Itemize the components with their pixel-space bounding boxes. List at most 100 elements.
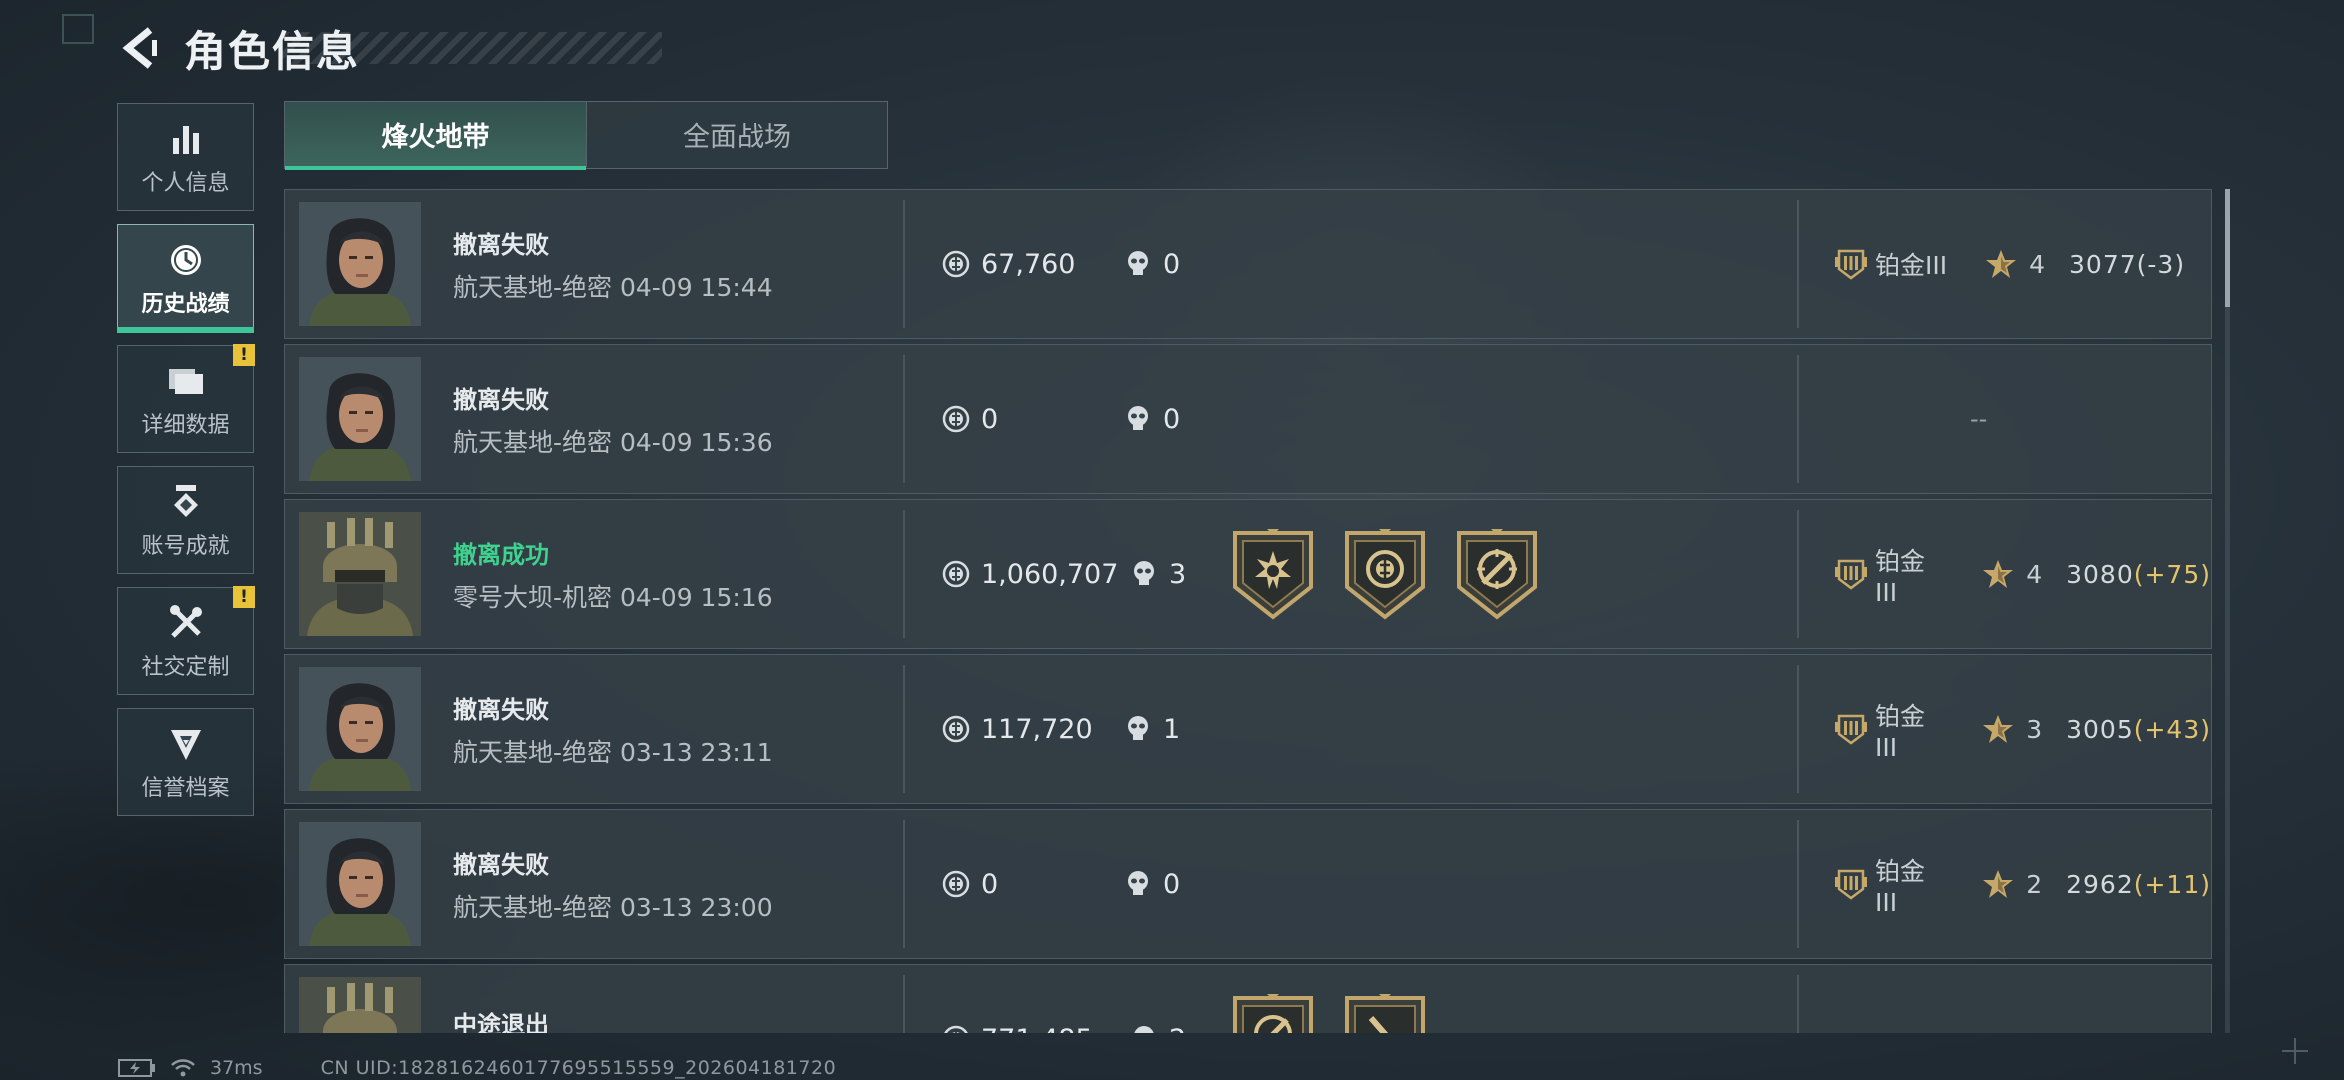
rank-empty: -- xyxy=(1970,405,1988,433)
skull-icon xyxy=(1129,559,1159,589)
list-scrollbar[interactable] xyxy=(2225,189,2230,1033)
match-row[interactable]: 撤离失败 航天基地-绝密 04-09 15:44 67,760 0 铂金III … xyxy=(284,189,2212,339)
rank-name: 铂金III xyxy=(1875,701,1926,762)
divider xyxy=(1797,665,1799,793)
star-count: 2 xyxy=(2026,869,2043,899)
sidebar-item-personal-info[interactable]: 个人信息 xyxy=(117,103,254,211)
rank-badge-icon xyxy=(1833,867,1869,901)
page-title: 角色信息 xyxy=(184,26,361,76)
kills-stat: 2 xyxy=(1129,965,1186,1033)
folder-icon xyxy=(167,359,205,403)
divider xyxy=(1797,510,1799,638)
rank-badge-icon xyxy=(1833,557,1869,591)
operator-avatar xyxy=(299,357,421,481)
match-row[interactable]: 撤离失败 航天基地-绝密 03-13 23:11 117,720 1 铂金III… xyxy=(284,654,2212,804)
page-header: 角色信息 xyxy=(112,20,662,76)
sidebar-item-achievements[interactable]: 账号成就 xyxy=(117,466,254,574)
money-value: 1,060,707 xyxy=(981,558,1119,590)
money-value: 0 xyxy=(981,403,999,435)
wifi-icon xyxy=(170,1057,196,1079)
sidebar-item-match-history[interactable]: 历史战绩 xyxy=(117,224,254,333)
rank-info: 铂金III 3 3005 (+43) xyxy=(1833,655,2211,803)
money-value: 0 xyxy=(981,868,999,900)
match-info: 撤离成功 零号大坝-机密 04-09 15:16 xyxy=(453,500,773,648)
match-history-list[interactable]: 撤离失败 航天基地-绝密 04-09 15:44 67,760 0 铂金III … xyxy=(284,189,2212,1033)
match-status: 中途退出 xyxy=(453,1011,549,1033)
achievement-icon xyxy=(168,480,204,524)
kills-value: 0 xyxy=(1163,248,1181,280)
corner-decoration xyxy=(62,14,94,44)
match-status: 撤离成功 xyxy=(453,540,549,569)
sidebar-item-label: 社交定制 xyxy=(141,655,230,680)
skull-icon xyxy=(1123,249,1153,279)
operator-avatar xyxy=(299,977,421,1033)
divider xyxy=(1797,820,1799,948)
coin-icon xyxy=(941,1024,971,1033)
rank-delta: (+11) xyxy=(2133,869,2211,899)
skull-icon xyxy=(1123,404,1153,434)
match-info: 撤离失败 航天基地-绝密 04-09 15:36 xyxy=(453,345,773,493)
coin-medal-icon[interactable] xyxy=(1341,527,1429,621)
star-count: 3 xyxy=(2026,714,2043,744)
rank-score: 3005 xyxy=(2066,714,2134,744)
rank-delta: (-3) xyxy=(2136,249,2186,279)
match-status: 撤离失败 xyxy=(453,385,549,414)
tab-full-battlefield[interactable]: 全面战场 xyxy=(586,102,887,167)
kills-value: 3 xyxy=(1169,558,1187,590)
money-value: 67,760 xyxy=(981,248,1076,280)
match-status: 撤离失败 xyxy=(453,230,549,259)
match-info: 撤离失败 航天基地-绝密 03-13 23:00 xyxy=(453,810,773,958)
scrollbar-thumb[interactable] xyxy=(2225,189,2230,307)
match-row[interactable]: 撤离成功 零号大坝-机密 04-09 15:16 1,060,707 3 铂金I… xyxy=(284,499,2212,649)
back-button[interactable] xyxy=(112,20,168,76)
bar-chart-icon xyxy=(169,117,203,161)
sidebar-item-detailed-data[interactable]: ! 详细数据 xyxy=(117,344,255,453)
sunburst-medal-icon[interactable] xyxy=(1229,527,1317,621)
rank-score: 3077 xyxy=(2069,249,2137,279)
user-uid: CN UID:1828162460177695515559_2026041817… xyxy=(320,1057,837,1079)
match-info: 撤离失败 航天基地-绝密 04-09 15:44 xyxy=(453,190,773,338)
kills-value: 0 xyxy=(1163,868,1181,900)
back-arrow-icon xyxy=(122,27,157,69)
sidebar-item-label: 详细数据 xyxy=(141,413,230,438)
money-stat: 0 xyxy=(941,810,998,958)
kills-value: 2 xyxy=(1169,1024,1186,1034)
coin-icon xyxy=(941,714,971,744)
sidebar-item-label: 信誉档案 xyxy=(141,776,230,801)
match-info: 中途退出 xyxy=(453,965,549,1033)
kills-value: 0 xyxy=(1163,403,1181,435)
rank-score: 3080 xyxy=(2066,559,2134,589)
kills-stat: 1 xyxy=(1123,655,1180,803)
match-map-time: 航天基地-绝密 03-13 23:00 xyxy=(453,892,773,922)
star-count: 4 xyxy=(2029,249,2046,279)
divider xyxy=(1797,355,1799,483)
match-info: 撤离失败 航天基地-绝密 03-13 23:11 xyxy=(453,655,773,803)
divider xyxy=(903,975,905,1033)
match-row[interactable]: 撤离失败 航天基地-绝密 03-13 23:00 0 0 铂金III 2 296… xyxy=(284,809,2212,959)
tab-beacon-zone[interactable]: 烽火地带 xyxy=(285,102,586,170)
divider xyxy=(903,820,905,948)
money-stat: 1,060,707 xyxy=(941,500,1118,648)
alert-badge: ! xyxy=(233,344,255,366)
match-row[interactable]: 撤离失败 航天基地-绝密 04-09 15:36 0 0 -- xyxy=(284,344,2212,494)
money-value: 771,485 xyxy=(981,1024,1093,1034)
coin-icon xyxy=(941,249,971,279)
divider xyxy=(903,200,905,328)
tools-icon xyxy=(167,601,205,645)
rank-info: 铂金III 4 3080 (+75) xyxy=(1833,500,2211,648)
star-count: 4 xyxy=(2026,559,2043,589)
sidebar-item-social-custom[interactable]: ! 社交定制 xyxy=(117,586,255,695)
knife-medal-icon[interactable] xyxy=(1341,992,1429,1033)
target-medal-icon[interactable] xyxy=(1229,992,1317,1033)
kills-stat: 0 xyxy=(1123,810,1180,958)
sidebar-item-credit-record[interactable]: 信誉档案 xyxy=(117,708,254,816)
divider xyxy=(903,510,905,638)
star-icon xyxy=(1982,713,2014,745)
target-medal-icon[interactable] xyxy=(1453,527,1541,621)
sidebar-item-label: 历史战绩 xyxy=(141,292,230,317)
star-icon xyxy=(1982,558,2014,590)
star-icon xyxy=(1982,868,2014,900)
match-map-time: 航天基地-绝密 04-09 15:44 xyxy=(453,272,773,302)
money-stat: 67,760 xyxy=(941,190,1075,338)
match-row[interactable]: 中途退出 771,485 2 xyxy=(284,964,2212,1033)
